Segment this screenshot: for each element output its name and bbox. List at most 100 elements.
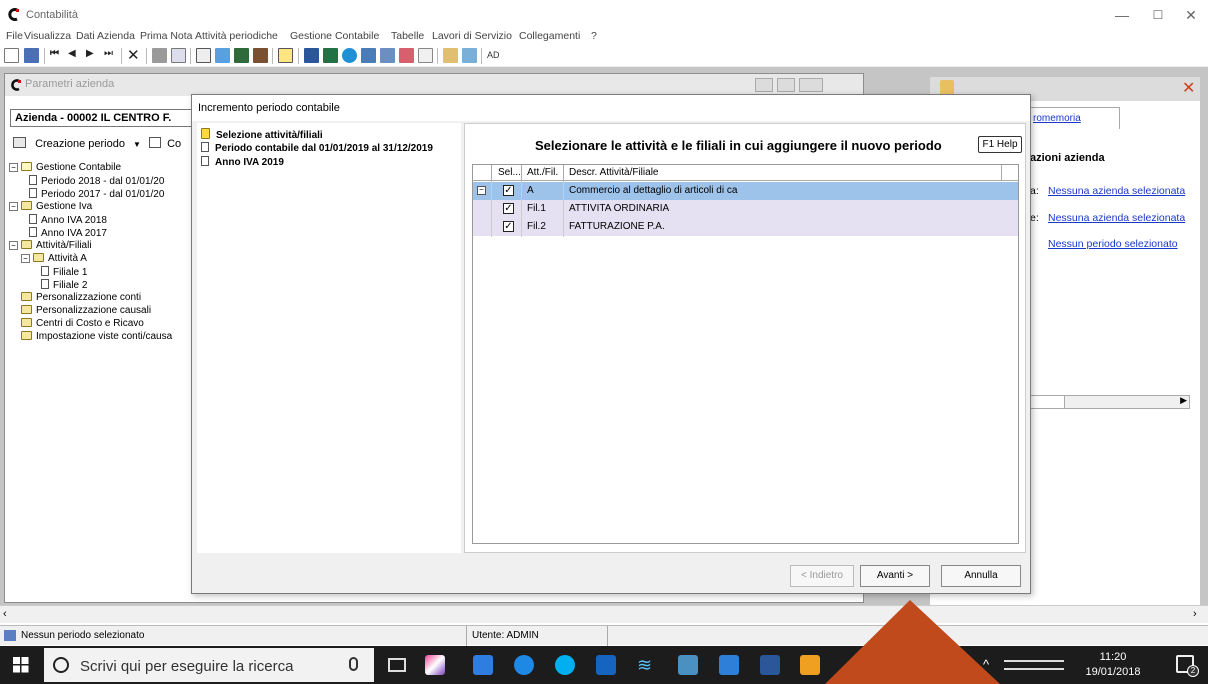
last-record-icon[interactable]: ⏭ [104, 48, 119, 63]
wifi-app-icon[interactable]: ≋ [637, 655, 657, 675]
delete-icon[interactable]: ✕ [127, 48, 142, 63]
collapse-icon[interactable]: − [477, 186, 486, 195]
previous-record-icon[interactable]: ◀ [68, 48, 83, 63]
database-icon[interactable] [380, 48, 395, 63]
menu-lavori-di-servizio[interactable]: Lavori di Servizio [432, 30, 512, 42]
cancel-button[interactable]: Annulla [941, 565, 1021, 587]
menu-help[interactable]: ? [591, 30, 597, 42]
maximize-button[interactable]: ☐ [1143, 6, 1173, 24]
outlook-app-icon[interactable] [719, 655, 739, 675]
menu-prima-nota[interactable]: Prima Nota [140, 30, 193, 42]
tree-item-personalizzazione-causali[interactable]: Personalizzazione causali [21, 305, 151, 318]
col-header-descr[interactable]: Descr. Attività/Filiale [569, 167, 658, 178]
co-button[interactable]: Co [167, 138, 181, 150]
row-checkbox[interactable]: ✓ [503, 185, 514, 196]
tree-item-attivita-filiali[interactable]: − Attività/Filiali [9, 240, 92, 253]
teamviewer-icon[interactable] [514, 655, 534, 675]
pdf-icon[interactable] [399, 48, 414, 63]
back-button[interactable]: < Indietro [790, 565, 854, 587]
step-selezione-attivita[interactable]: Selezione attività/filiali [201, 128, 323, 141]
store-app-icon[interactable] [678, 655, 698, 675]
tool-icon[interactable] [215, 48, 230, 63]
menu-file[interactable]: File [6, 30, 23, 42]
col-header-sel[interactable]: Sel... [498, 167, 521, 178]
key-icon[interactable] [443, 48, 458, 63]
mail-icon[interactable] [361, 48, 376, 63]
right-scrollbar[interactable]: ▶ [1030, 395, 1190, 409]
dropbox-icon[interactable] [473, 655, 493, 675]
tree-item-filiale-2[interactable]: Filiale 2 [41, 279, 87, 292]
new-icon[interactable] [4, 48, 19, 63]
table-row[interactable]: ✓ Fil.1 ATTIVITA ORDINARIA [473, 200, 1018, 218]
next-button[interactable]: Avanti > [860, 565, 930, 587]
notification-center-icon[interactable]: 2 [1176, 655, 1199, 677]
creazione-periodo-button[interactable]: Creazione periodo [35, 138, 125, 150]
tree-item-personalizzazione-conti[interactable]: Personalizzazione conti [21, 292, 141, 305]
skype-icon[interactable] [555, 655, 575, 675]
close-button[interactable]: ✕ [1176, 6, 1206, 24]
tree-item-anno-iva-2018[interactable]: Anno IVA 2018 [29, 214, 107, 227]
promemoria-tab[interactable]: romemoria [1030, 107, 1120, 129]
module-icon[interactable] [234, 48, 249, 63]
word-icon[interactable] [304, 48, 319, 63]
minimize-button[interactable]: — [1107, 6, 1137, 24]
menu-gestione-contabile[interactable]: Gestione Contabile [290, 30, 379, 42]
tree-item-attivita-a[interactable]: − Attività A [21, 253, 87, 266]
link-nessuna-azienda-1[interactable]: Nessuna azienda selezionata [1048, 185, 1185, 197]
app-icon[interactable] [800, 655, 820, 675]
browser-icon[interactable] [342, 48, 357, 63]
calculator-icon[interactable] [196, 48, 211, 63]
step-periodo-contabile[interactable]: Periodo contabile dal 01/01/2019 al 31/1… [201, 142, 433, 154]
menu-dati-azienda[interactable]: Dati Azienda [76, 30, 135, 42]
scroll-right-icon[interactable]: ▶ [1180, 395, 1187, 406]
microphone-icon[interactable] [349, 657, 358, 671]
link-nessuna-azienda-2[interactable]: Nessuna azienda selezionata [1048, 212, 1185, 224]
link-nessun-periodo[interactable]: Nessun periodo selezionato [1048, 238, 1178, 250]
scroll-left-icon[interactable]: ‹ [3, 608, 7, 620]
taskbar-search-box[interactable]: Scrivi qui per eseguire la ricerca [44, 648, 374, 682]
step-anno-iva[interactable]: Anno IVA 2019 [201, 156, 284, 168]
save-icon[interactable] [24, 48, 39, 63]
tree-item-gestione-contabile[interactable]: − Gestione Contabile [9, 162, 121, 175]
search-tool-icon[interactable] [462, 48, 477, 63]
param-close-button[interactable] [799, 78, 823, 92]
main-horizontal-scrollbar[interactable]: ‹ › [0, 605, 1208, 623]
tree-item-anno-iva-2017[interactable]: Anno IVA 2017 [29, 227, 107, 240]
f1-help-button[interactable]: F1 Help [978, 136, 1022, 153]
table-row[interactable]: ✓ Fil.2 FATTURAZIONE P.A. [473, 218, 1018, 236]
param-minimize-button[interactable] [755, 78, 773, 92]
windows-start-icon[interactable] [13, 657, 29, 673]
ad-icon[interactable]: AD [487, 48, 502, 63]
tree-item-filiale-1[interactable]: Filiale 1 [41, 266, 87, 279]
print-preview-icon[interactable] [171, 48, 186, 63]
col-header-att-fil[interactable]: Att./Fil. [527, 167, 558, 178]
param-maximize-button[interactable] [777, 78, 795, 92]
close-red-icon[interactable]: ✕ [1182, 78, 1195, 98]
tray-status-icons[interactable] [1004, 660, 1064, 670]
tree-item-periodo-2017[interactable]: Periodo 2017 - dal 01/01/20 [29, 188, 164, 201]
menu-tabelle[interactable]: Tabelle [391, 30, 424, 42]
menu-collegamenti[interactable]: Collegamenti [519, 30, 580, 42]
next-record-icon[interactable]: ▶ [86, 48, 101, 63]
tree-item-gestione-iva[interactable]: − Gestione Iva [9, 201, 92, 214]
tree-item-centri-costo-ricavo[interactable]: Centri di Costo e Ricavo [21, 318, 144, 331]
scroll-right-icon[interactable]: › [1193, 608, 1197, 620]
tree-item-impostazione-viste[interactable]: Impostazione viste conti/causa [21, 331, 172, 344]
first-record-icon[interactable]: ⏮ [50, 48, 65, 63]
bookmark-icon[interactable] [253, 48, 268, 63]
print-icon[interactable] [152, 48, 167, 63]
word-app-icon[interactable] [760, 655, 780, 675]
menu-visualizza[interactable]: Visualizza [24, 30, 71, 42]
task-view-icon[interactable] [388, 658, 406, 672]
table-row[interactable]: − ✓ A Commercio al dettaglio di articoli… [473, 182, 1018, 200]
help-icon[interactable] [278, 48, 293, 63]
tree-item-periodo-2018[interactable]: Periodo 2018 - dal 01/01/20 [29, 175, 164, 188]
row-checkbox[interactable]: ✓ [503, 221, 514, 232]
menu-attivita-periodiche[interactable]: Attività periodiche [195, 30, 278, 42]
paint-app-icon[interactable] [425, 655, 445, 675]
excel-icon[interactable] [323, 48, 338, 63]
explorer-app-icon[interactable] [596, 655, 616, 675]
row-checkbox[interactable]: ✓ [503, 203, 514, 214]
dropdown-arrow-icon[interactable]: ▼ [133, 140, 141, 149]
document-icon[interactable] [418, 48, 433, 63]
